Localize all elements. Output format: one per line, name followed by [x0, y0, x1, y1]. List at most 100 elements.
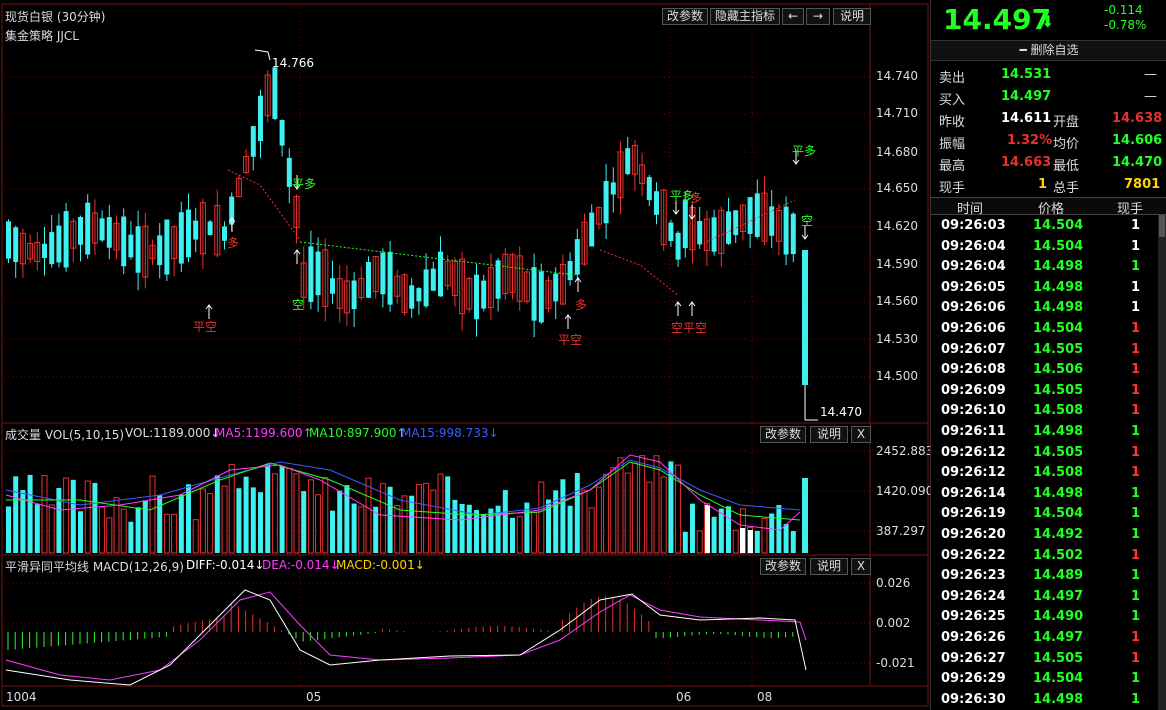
candle-body: [366, 261, 371, 298]
signal-label: 平多: [792, 144, 817, 158]
volume-bar: [41, 474, 48, 554]
candle-body: [481, 280, 487, 309]
low-price-marker: 14.470: [820, 405, 862, 419]
volume-bar: [27, 474, 33, 553]
volume-bar: [106, 517, 113, 554]
scroll-right-button[interactable]: →: [806, 8, 830, 25]
volume-bar: [588, 507, 595, 554]
total-hand-label: 总手: [1053, 181, 1080, 196]
tick-row: 09:26:24 14.497 1: [931, 586, 1166, 607]
sell-price: 14.531: [1001, 67, 1052, 82]
amplitude-label: 振幅: [939, 137, 966, 152]
volume-bar: [560, 479, 566, 553]
tick-volume: 1: [1131, 650, 1141, 666]
macd-diff-line: [5, 589, 807, 686]
tick-volume: 1: [1131, 321, 1141, 336]
volume-bar: [690, 503, 695, 553]
candle-body: [56, 225, 62, 263]
ticks-scrollbar[interactable]: [1158, 215, 1166, 710]
volume-bar: [178, 494, 184, 553]
volume-bar: [70, 479, 76, 553]
trend-line: [599, 249, 679, 296]
volume-bar: [265, 464, 271, 553]
candle-body: [99, 218, 105, 241]
down-arrow-icon: ⬇: [1041, 12, 1055, 31]
modify-params-button[interactable]: 改参数: [662, 8, 708, 25]
last-price: 14.497: [943, 3, 1052, 36]
volume-bar: [488, 508, 494, 553]
tick-time: 09:26:23: [941, 568, 1006, 584]
signal-label: 平多: [292, 177, 317, 191]
tick-row: 09:26:14 14.498 1: [931, 483, 1166, 504]
date-axis-label: 05: [306, 690, 322, 704]
macd-params-button[interactable]: 改参数: [760, 558, 806, 575]
tick-price: 14.505: [1033, 382, 1084, 398]
open-value: 14.638: [1112, 111, 1163, 126]
candle-body: [164, 219, 170, 275]
volume-bar: [769, 513, 775, 553]
candle-body: [207, 221, 213, 236]
high-pointer: [254, 49, 271, 61]
candle-body: [106, 217, 112, 248]
volume-params-button[interactable]: 改参数: [760, 426, 806, 443]
volume-help-button[interactable]: 说明: [810, 426, 848, 443]
remove-watchlist-button[interactable]: ━ 删除自选: [931, 40, 1166, 61]
candle-body: [78, 217, 83, 245]
current-hand-value: 1: [1038, 177, 1048, 192]
candle-body: [754, 193, 760, 237]
candle-body: [416, 288, 422, 302]
hide-main-indicator-button[interactable]: 隐藏主指标: [710, 8, 780, 25]
volume-bar: [595, 486, 602, 554]
volume-bar: [163, 513, 170, 554]
volume-bar: [135, 507, 141, 553]
quote-sidebar: 14.497 ⬇ -0.114 -0.78% ━ 删除自选 卖出 14.531 …: [930, 0, 1166, 710]
tick-price: 14.490: [1033, 609, 1084, 625]
tick-time: 09:26:12: [941, 465, 1006, 481]
tick-price: 14.508: [1033, 403, 1084, 419]
volume-bar: [711, 516, 717, 553]
sell-volume: —: [1144, 67, 1157, 82]
volume-bar: [437, 473, 444, 554]
volume-close-button[interactable]: X: [851, 426, 871, 443]
volume-bar: [705, 505, 710, 553]
scroll-left-button[interactable]: ←: [782, 8, 804, 25]
volume-bar: [726, 506, 731, 553]
tick-volume: 1: [1131, 424, 1141, 439]
tick-price: 14.508: [1033, 465, 1084, 481]
candle-body: [279, 119, 285, 146]
volume-bar: [56, 488, 62, 553]
candle-body: [625, 148, 631, 175]
signal-label: 多: [690, 191, 703, 205]
macd-close-button[interactable]: X: [851, 558, 871, 575]
volume-bar: [221, 485, 228, 554]
candle-body: [49, 232, 55, 265]
volume-bar: [567, 505, 573, 553]
chart-title: 现货白银 (30分钟): [5, 10, 106, 24]
tick-time: 09:26:20: [941, 527, 1006, 542]
tick-volume: 1: [1131, 485, 1141, 501]
candle-body: [423, 269, 429, 307]
date-axis-label: 1004: [6, 690, 37, 704]
chart-area[interactable]: 现货白银 (30分钟) 集金策略 JJCL 改参数 隐藏主指标 ← → 说明 1…: [0, 0, 933, 710]
volume-ma10: MA10:897.900↑: [309, 426, 407, 440]
volume-bar: [330, 510, 335, 553]
high-label: 最高: [939, 159, 966, 174]
candle-body: [802, 250, 808, 385]
current-hand-label: 现手: [939, 181, 966, 196]
macd-help-button[interactable]: 说明: [810, 558, 848, 575]
tick-price: 14.505: [1033, 444, 1084, 460]
tick-time: 09:26:29: [941, 671, 1006, 687]
tick-time: 09:26:24: [941, 588, 1006, 604]
ticks-scrollbar-thumb[interactable]: [1159, 215, 1165, 237]
volume-bar: [538, 481, 545, 554]
price-change-pct: -0.78%: [1104, 18, 1147, 32]
ticks-list[interactable]: 09:26:03 14.504 1 09:26:04 14.504 1 09:26:04 14…: [931, 215, 1166, 710]
volume-bar: [34, 504, 40, 553]
candle-body: [250, 126, 256, 157]
tick-volume: 1: [1131, 238, 1141, 254]
tick-row: 09:26:05 14.498 1: [931, 277, 1166, 298]
candle-body: [135, 226, 141, 273]
kline-chart-svg[interactable]: [0, 0, 930, 710]
help-button[interactable]: 说明: [833, 8, 871, 25]
volume-bar: [258, 492, 263, 553]
